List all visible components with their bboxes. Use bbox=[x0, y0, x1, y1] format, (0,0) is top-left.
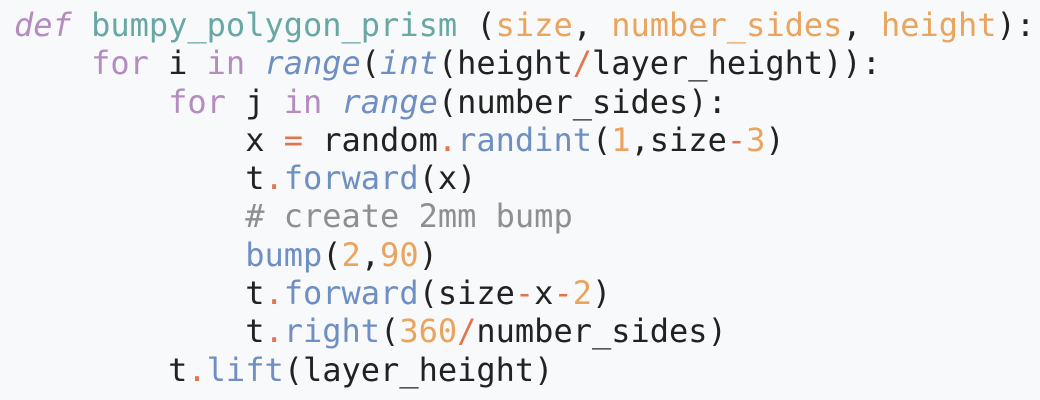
keyword-token: for bbox=[168, 82, 226, 121]
comment-token: # create 2mm bump bbox=[245, 197, 573, 236]
code-text-token: ( bbox=[322, 235, 342, 274]
code-line: t.lift(layer_height) bbox=[14, 351, 1035, 389]
operator-token: . bbox=[264, 274, 284, 313]
keyword-token: in bbox=[283, 82, 323, 121]
code-text-token: layer_height)): bbox=[591, 44, 881, 83]
code-text-token: t bbox=[14, 274, 265, 313]
code-text-token: j bbox=[225, 82, 284, 121]
code-line: t.forward(size-x-2) bbox=[14, 274, 1035, 312]
code-text-token: ,size bbox=[630, 120, 727, 159]
parameter-token: size bbox=[495, 6, 573, 44]
method-token: right bbox=[283, 312, 381, 351]
parameter-token: number_sides bbox=[611, 6, 843, 44]
code-line: t.forward(x) bbox=[14, 159, 1035, 197]
code-text-token: (x) bbox=[418, 159, 477, 198]
code-line: x = random.randint(1,size-3) bbox=[14, 121, 1035, 159]
code-text-token: , bbox=[842, 6, 881, 44]
operator-token: / bbox=[457, 312, 477, 351]
code-text-token: t bbox=[14, 312, 265, 351]
code-text-token: random bbox=[302, 120, 438, 159]
number-token: 2 bbox=[572, 274, 592, 313]
code-panel: def bumpy_polygon_prism (size, number_si… bbox=[0, 0, 1040, 400]
operator-token: . bbox=[264, 312, 284, 351]
code-text-token: ) bbox=[591, 274, 612, 313]
number-token: 2 bbox=[341, 235, 361, 274]
code-text-token: (height bbox=[437, 44, 573, 83]
number-token: 90 bbox=[380, 235, 419, 274]
code-text-token: x bbox=[14, 120, 284, 159]
keyword-token: for bbox=[91, 44, 149, 83]
builtin-token: range bbox=[341, 82, 438, 121]
builtin-token: range bbox=[264, 44, 361, 83]
code-text-token: ) bbox=[765, 120, 785, 159]
operator-token: / bbox=[572, 44, 592, 83]
code-text-token: (number_sides): bbox=[437, 82, 727, 121]
parameter-token: height bbox=[880, 6, 997, 44]
code-text-token: (layer_height) bbox=[283, 350, 554, 389]
method-token: forward bbox=[283, 159, 419, 198]
code-text-token: t bbox=[14, 350, 188, 389]
code-line: for j in range(number_sides): bbox=[14, 83, 1035, 121]
method-token: bump bbox=[245, 235, 323, 274]
method-token: lift bbox=[206, 350, 284, 389]
code-text-token: , bbox=[360, 235, 381, 274]
code-text-token: ( bbox=[457, 6, 496, 44]
code-text-token: ( bbox=[591, 120, 612, 159]
code-text-token: ) bbox=[418, 235, 438, 274]
code-line: bump(2,90) bbox=[14, 236, 1035, 274]
code-line: t.right(360/number_sides) bbox=[14, 312, 1035, 350]
code-text-token: x bbox=[534, 274, 554, 313]
builtin-token: int bbox=[380, 44, 438, 83]
code-line: # create 2mm bump bbox=[14, 197, 1035, 235]
operator-token: - bbox=[514, 274, 535, 313]
keyword-token: in bbox=[206, 44, 246, 83]
method-token: forward bbox=[283, 274, 419, 313]
operator-token: . bbox=[187, 350, 207, 389]
code-text-token: t bbox=[14, 159, 265, 198]
code-text-token: ( bbox=[380, 312, 400, 351]
operator-token: - bbox=[726, 120, 747, 159]
code-line: for i in range(int(height/layer_height))… bbox=[14, 44, 1035, 82]
number-token: 1 bbox=[611, 120, 631, 159]
code-line: def bumpy_polygon_prism (size, number_si… bbox=[14, 6, 1035, 44]
code-text-token: i bbox=[148, 44, 207, 83]
operator-token: = bbox=[283, 120, 303, 159]
operator-token: . bbox=[264, 159, 284, 198]
code-block: def bumpy_polygon_prism (size, number_si… bbox=[14, 6, 1035, 389]
number-token: 3 bbox=[746, 120, 766, 159]
operator-token: - bbox=[553, 274, 573, 313]
code-text-token: number_sides) bbox=[476, 312, 727, 351]
operator-token: . bbox=[437, 120, 458, 159]
function-name-token: bumpy_polygon_prism bbox=[91, 6, 458, 44]
keyword-token: def bbox=[14, 6, 72, 44]
code-text-token: (size bbox=[418, 274, 515, 313]
code-text-token: ( bbox=[360, 44, 381, 83]
code-text-token: ): bbox=[996, 6, 1036, 44]
code-text-token: , bbox=[572, 6, 612, 44]
number-token: 360 bbox=[399, 312, 458, 351]
method-token: randint bbox=[457, 120, 592, 159]
